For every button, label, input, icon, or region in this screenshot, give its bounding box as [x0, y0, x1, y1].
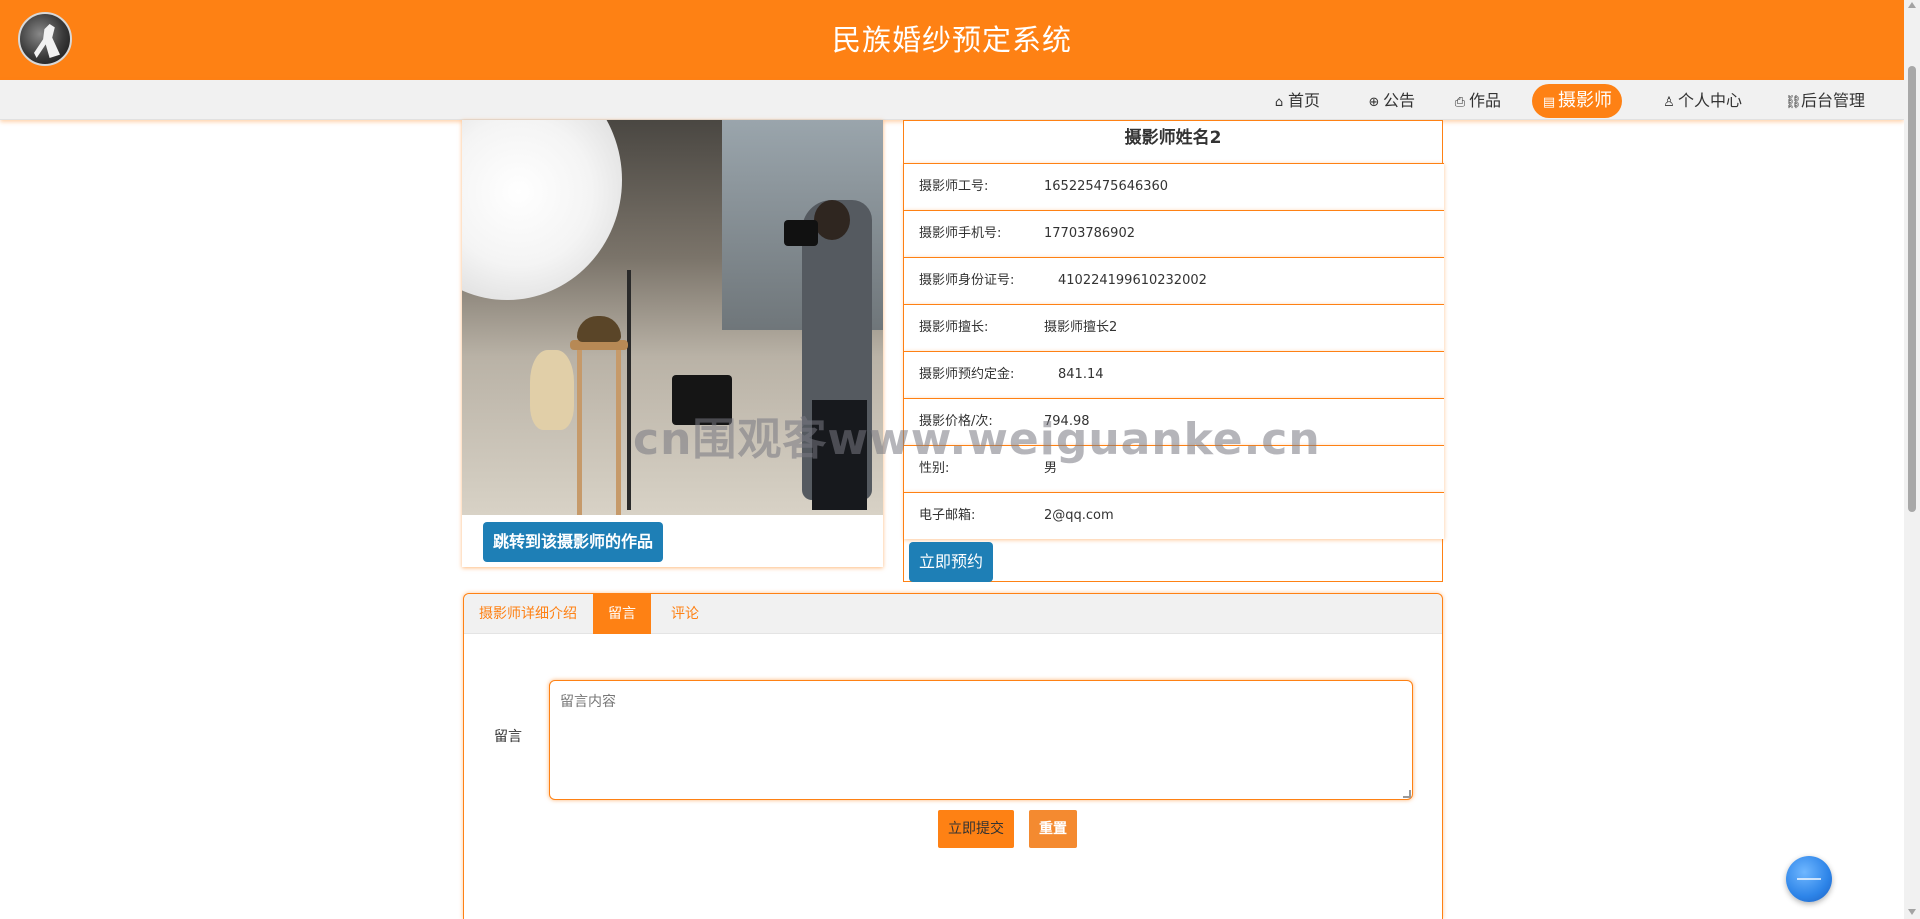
info-row-phone: 摄影师手机号: 17703786902 [904, 210, 1444, 257]
info-value: 2@qq.com [1044, 508, 1114, 523]
site-title: 民族婚纱预定系统 [831, 23, 1072, 57]
reset-button[interactable]: 重置 [1029, 810, 1077, 848]
document-icon: ▤ [1542, 95, 1556, 110]
tab-message[interactable]: 留言 [593, 594, 651, 634]
detail-tabs-panel: 摄影师详细介绍 留言 评论 留言 立即提交 重置 [463, 593, 1443, 919]
tab-comments[interactable]: 评论 [656, 594, 714, 634]
info-label: 摄影师预约定金: [919, 367, 1015, 382]
photographer-name: 摄影师姓名2 [1124, 128, 1222, 148]
tab-bar: 摄影师详细介绍 留言 评论 [464, 594, 1442, 634]
tab-photographer-detail[interactable]: 摄影师详细介绍 [464, 594, 592, 634]
printer-icon: ⎙ [1454, 95, 1466, 110]
info-value: 841.14 [1058, 367, 1104, 382]
submit-button[interactable]: 立即提交 [938, 810, 1014, 848]
photographer-info-card: 摄影师姓名2 摄影师工号: 165225475646360 摄影师手机号: 17… [903, 120, 1444, 582]
info-label: 性别: [919, 461, 950, 476]
nav-item-label: 公告 [1383, 91, 1416, 110]
view-works-button[interactable]: 跳转到该摄影师的作品 [483, 522, 664, 562]
resize-grip-icon[interactable] [1403, 790, 1411, 798]
message-textarea[interactable] [549, 680, 1413, 800]
info-label: 摄影价格/次: [919, 414, 993, 429]
message-label: 留言 [494, 729, 522, 745]
nav-item-photographer[interactable]: ▤ 摄影师 [1532, 84, 1622, 118]
nav-item-label: 作品 [1469, 91, 1502, 110]
info-value: 17703786902 [1044, 226, 1135, 241]
info-label: 摄影师工号: [919, 179, 989, 194]
photographer-photo-card: 跳转到该摄影师的作品 [462, 120, 883, 567]
info-label: 电子邮箱: [919, 508, 976, 523]
info-row-employee-id: 摄影师工号: 165225475646360 [904, 163, 1444, 210]
info-label: 摄影师身份证号: [919, 273, 1015, 288]
book-now-button[interactable]: 立即预约 [909, 542, 994, 582]
info-row-price: 摄影价格/次: 794.98 [904, 398, 1444, 445]
scroll-down-arrow-icon[interactable] [1908, 909, 1916, 915]
globe-icon: ⊕ [1368, 95, 1380, 110]
info-row-specialty: 摄影师擅长: 摄影师擅长2 [904, 304, 1444, 351]
nav-item-works[interactable]: ⎙ 作品 [1443, 84, 1511, 118]
main-nav: ⌂ 首页 ⊕ 公告 ⎙ 作品 ▤ 摄影师 ♙ 个人中心 ⛓后台管理 [0, 80, 1904, 120]
info-row-id-number: 摄影师身份证号: 410224199610232002 [904, 257, 1444, 304]
info-value: 794.98 [1044, 414, 1090, 429]
scrollbar-thumb[interactable] [1908, 66, 1916, 512]
info-value: 410224199610232002 [1058, 273, 1207, 288]
link-icon: ⛓ [1785, 95, 1802, 110]
info-value: 165225475646360 [1044, 179, 1169, 194]
floating-assistant-button[interactable] [1786, 856, 1832, 902]
nav-item-home[interactable]: ⌂ 首页 [1262, 84, 1330, 118]
nav-item-label: 个人中心 [1678, 91, 1743, 110]
nav-item-personal-center[interactable]: ♙ 个人中心 [1652, 84, 1752, 118]
info-value: 摄影师擅长2 [1044, 320, 1118, 335]
info-label: 摄影师擅长: [919, 320, 989, 335]
nav-item-label: 后台管理 [1801, 91, 1866, 110]
nav-item-announcement[interactable]: ⊕ 公告 [1357, 84, 1425, 118]
page-scrollbar[interactable] [1904, 0, 1920, 919]
photographer-photo [462, 120, 883, 515]
info-row-email: 电子邮箱: 2@qq.com [904, 492, 1444, 539]
user-icon: ♙ [1663, 95, 1675, 110]
nav-item-label: 摄影师 [1558, 90, 1612, 111]
home-icon: ⌂ [1274, 95, 1284, 110]
nav-item-label: 首页 [1288, 91, 1321, 110]
top-header: 民族婚纱预定系统 [0, 0, 1904, 80]
scroll-up-arrow-icon[interactable] [1908, 2, 1916, 8]
info-label: 摄影师手机号: [919, 226, 1002, 241]
nav-item-admin[interactable]: ⛓后台管理 [1775, 84, 1875, 118]
info-row-gender: 性别: 男 [904, 445, 1444, 492]
info-value: 男 [1044, 461, 1058, 476]
assistant-icon [1797, 878, 1821, 880]
info-row-deposit: 摄影师预约定金: 841.14 [904, 351, 1444, 398]
